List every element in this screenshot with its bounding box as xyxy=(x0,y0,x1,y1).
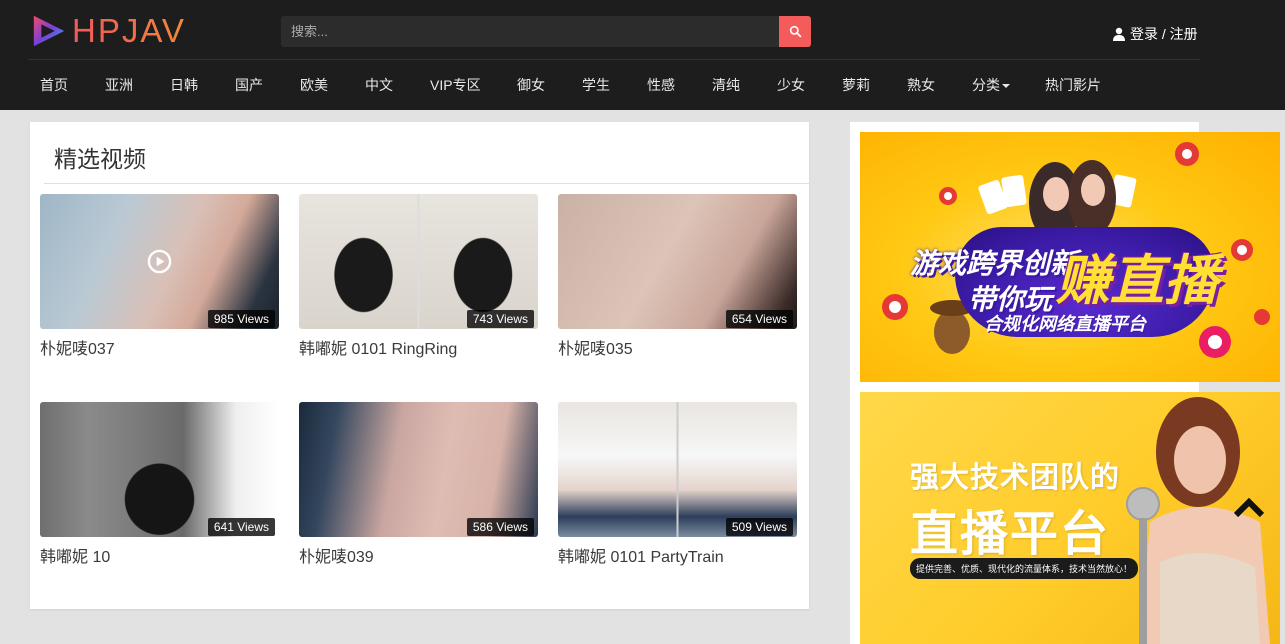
logo-text: HPJAV xyxy=(72,12,186,49)
video-title[interactable]: 朴妮唛039 xyxy=(299,543,538,567)
view-count: 641 Views xyxy=(207,518,275,536)
view-count: 586 Views xyxy=(466,518,534,536)
nav-item-category-label: 分类 xyxy=(972,77,1000,93)
nav-item-mature[interactable]: 熟女 xyxy=(907,60,935,110)
search-button[interactable] xyxy=(779,16,811,47)
play-icon[interactable] xyxy=(147,249,172,274)
video-card[interactable]: 586 Views 朴妮唛039 xyxy=(299,402,538,567)
video-card[interactable]: 985 Views 朴妮唛037 xyxy=(40,194,279,359)
nav-item-western[interactable]: 欧美 xyxy=(300,60,328,110)
video-card[interactable]: 509 Views 韩嘟妮 0101 PartyTrain xyxy=(558,402,797,567)
ad-subline: 合规化网络直播平台 xyxy=(984,314,1146,334)
video-thumbnail[interactable]: 586 Views xyxy=(299,402,538,537)
back-to-top-icon[interactable] xyxy=(1232,495,1266,519)
nav-item-category-dropdown[interactable]: 分类 xyxy=(972,60,1010,110)
nav-item-domestic[interactable]: 国产 xyxy=(235,60,263,110)
featured-videos-panel: 精选视频 985 Views 朴妮唛037 743 Views 韩嘟妮 0101… xyxy=(30,122,809,609)
ad-tagline: 提供完善、优质、现代化的流量体系，技术当然放心！ xyxy=(910,558,1139,579)
video-thumbnail[interactable]: 509 Views xyxy=(558,402,797,537)
caret-down-icon xyxy=(1002,84,1010,89)
banner-ad-live-platform[interactable]: 强大技术团队的 直播平台 提供完善、优质、现代化的流量体系，技术当然放心！ xyxy=(860,392,1280,644)
view-count: 509 Views xyxy=(725,518,793,536)
nav-item-asia[interactable]: 亚洲 xyxy=(105,60,133,110)
view-count: 985 Views xyxy=(207,310,275,328)
video-card[interactable]: 743 Views 韩嘟妮 0101 RingRing xyxy=(299,194,538,359)
nav-item-loli[interactable]: 萝莉 xyxy=(842,60,870,110)
view-count: 654 Views xyxy=(725,310,793,328)
login-label: 登录 / 注册 xyxy=(1130,26,1198,42)
video-thumbnail[interactable]: 985 Views xyxy=(40,194,279,329)
ad-headline-1: 强大技术团队的 xyxy=(910,462,1121,494)
nav-item-girl[interactable]: 少女 xyxy=(777,60,805,110)
nav-item-chinese[interactable]: 中文 xyxy=(365,60,393,110)
main-nav: 首页 亚洲 日韩 国产 欧美 中文 VIP专区 御女 学生 性感 清纯 少女 萝… xyxy=(0,60,1285,110)
search-bar xyxy=(281,16,811,47)
ad-headline-big: 赚直播 xyxy=(1056,251,1218,311)
section-title: 精选视频 xyxy=(54,146,146,172)
video-card[interactable]: 641 Views 韩嘟妮 10 xyxy=(40,402,279,567)
user-icon xyxy=(1113,27,1125,41)
banner-ad-game-live[interactable]: 游戏跨界创新 带你玩 赚直播 合规化网络直播平台 xyxy=(860,132,1280,382)
nav-item-yunv[interactable]: 御女 xyxy=(517,60,545,110)
nav-item-pure[interactable]: 清纯 xyxy=(712,60,740,110)
ad-headline-1: 游戏跨界创新 xyxy=(910,248,1079,279)
video-thumbnail[interactable]: 743 Views xyxy=(299,194,538,329)
title-divider xyxy=(44,183,809,184)
nav-item-popular[interactable]: 热门影片 xyxy=(1045,60,1101,110)
video-title[interactable]: 韩嘟妮 0101 PartyTrain xyxy=(558,543,797,567)
search-icon xyxy=(789,25,801,38)
login-register-link[interactable]: 登录 / 注册 xyxy=(1112,24,1198,44)
nav-item-home[interactable]: 首页 xyxy=(40,60,68,110)
ad-headline-2: 直播平台 xyxy=(910,508,1111,561)
view-count: 743 Views xyxy=(466,310,534,328)
video-title[interactable]: 朴妮唛037 xyxy=(40,335,279,359)
video-thumbnail[interactable]: 654 Views xyxy=(558,194,797,329)
nav-item-student[interactable]: 学生 xyxy=(582,60,610,110)
site-logo[interactable]: HPJAV xyxy=(30,10,210,52)
video-title[interactable]: 朴妮唛035 xyxy=(558,335,797,359)
video-title[interactable]: 韩嘟妮 0101 RingRing xyxy=(299,335,538,359)
logo-play-icon xyxy=(33,15,65,47)
search-input[interactable] xyxy=(281,16,779,47)
nav-item-japan-korea[interactable]: 日韩 xyxy=(170,60,198,110)
video-title[interactable]: 韩嘟妮 10 xyxy=(40,543,279,567)
video-card[interactable]: 654 Views 朴妮唛035 xyxy=(558,194,797,359)
nav-item-sexy[interactable]: 性感 xyxy=(647,60,675,110)
video-thumbnail[interactable]: 641 Views xyxy=(40,402,279,537)
nav-item-vip[interactable]: VIP专区 xyxy=(430,60,481,110)
